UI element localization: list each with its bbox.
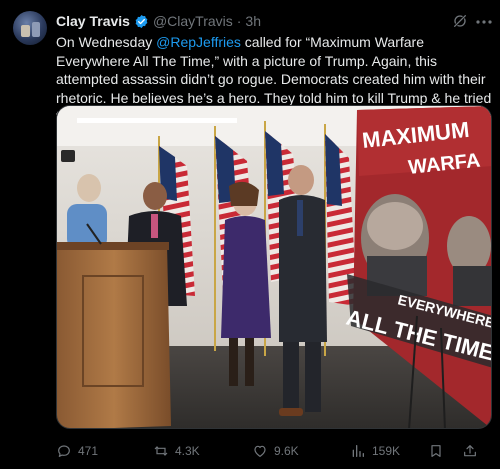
- views-icon: [352, 445, 364, 457]
- repost-count: 4.3K: [175, 444, 200, 458]
- tweet-photo[interactable]: MAXIMUM WARFA EVERYWHERE ALL THE TIME: [56, 105, 492, 429]
- tweet-header: Clay Travis @ClayTravis · 3h: [56, 12, 261, 30]
- author-handle[interactable]: @ClayTravis: [153, 13, 233, 29]
- views-button[interactable]: 159K: [350, 441, 400, 461]
- author-name[interactable]: Clay Travis: [56, 13, 130, 29]
- verified-badge-icon: [135, 14, 148, 28]
- views-count: 159K: [372, 444, 401, 458]
- repost-icon: [154, 446, 168, 456]
- like-count: 9.6K: [274, 444, 299, 458]
- timestamp[interactable]: 3h: [245, 13, 261, 29]
- bookmark-icon: [431, 445, 441, 457]
- press-conference-photo: MAXIMUM WARFA EVERYWHERE ALL THE TIME: [57, 106, 491, 428]
- tweet-text-start: On Wednesday: [56, 34, 157, 50]
- separator-dot: ·: [236, 13, 242, 29]
- podium: [57, 223, 171, 428]
- tweet-actions: 471 4.3K 9.6K 159K: [56, 441, 492, 461]
- reply-button[interactable]: 471: [56, 441, 98, 461]
- share-button[interactable]: [462, 441, 478, 461]
- like-icon: [254, 445, 266, 457]
- mention-link[interactable]: @RepJeffries: [156, 34, 241, 50]
- like-button[interactable]: 9.6K: [252, 441, 299, 461]
- share-icon: [464, 445, 476, 457]
- reply-count: 471: [78, 444, 99, 458]
- more-icon[interactable]: [476, 20, 492, 24]
- reply-icon: [58, 445, 70, 457]
- repost-button[interactable]: 4.3K: [153, 441, 200, 461]
- bookmark-button[interactable]: [428, 441, 444, 461]
- avatar[interactable]: [13, 11, 47, 45]
- grok-icon[interactable]: [452, 13, 468, 29]
- tweet[interactable]: Clay Travis @ClayTravis · 3h On Wednesda…: [0, 0, 500, 469]
